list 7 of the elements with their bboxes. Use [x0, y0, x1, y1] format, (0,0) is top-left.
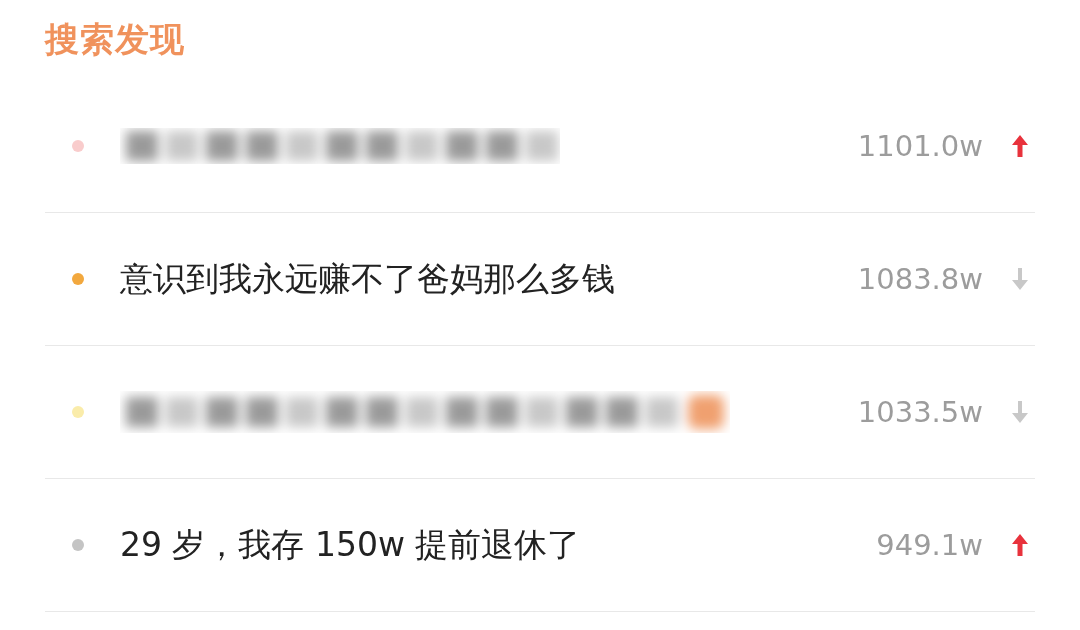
search-count: 949.1w: [876, 528, 983, 562]
search-count: 1083.8w: [857, 262, 983, 296]
section-title: 搜索发现: [45, 18, 185, 61]
search-topic[interactable]: 意识到我永远赚不了爸妈那么多钱: [120, 256, 858, 302]
search-topic[interactable]: 29 岁，我存 150w 提前退休了: [120, 522, 877, 568]
search-count: 1101.0w: [857, 129, 983, 163]
search-count: 1033.5w: [857, 395, 983, 429]
